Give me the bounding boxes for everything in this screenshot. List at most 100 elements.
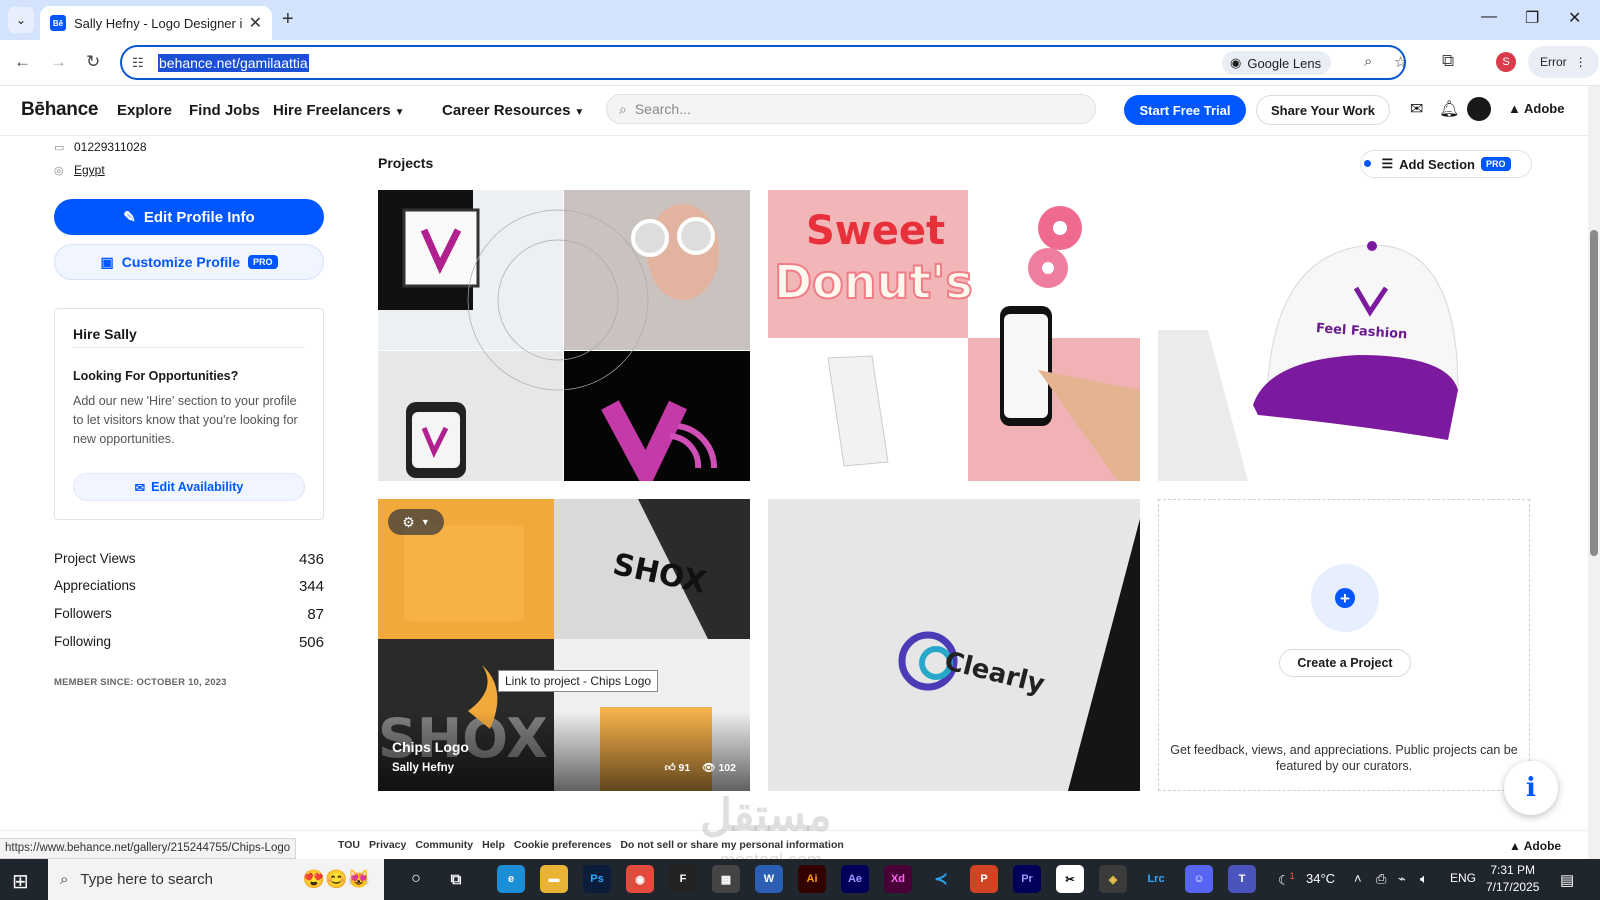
nav-find-jobs[interactable]: Find Jobs xyxy=(189,102,260,119)
tab-close-icon[interactable]: ✕ xyxy=(249,13,262,33)
search-input[interactable]: ⌕ Search... xyxy=(606,94,1096,124)
add-section-button[interactable]: ☰ Add Section PRO xyxy=(1360,150,1532,178)
info-icon[interactable]: i xyxy=(1504,761,1558,815)
location-link[interactable]: Egypt xyxy=(74,163,105,177)
restore-icon[interactable]: ❐ xyxy=(1525,8,1539,28)
footer-link-tou[interactable]: TOU xyxy=(338,839,360,851)
mail-icon: ✉ xyxy=(134,480,146,495)
behance-logo[interactable]: Bēhance xyxy=(21,99,98,121)
browser-tabstrip: ⌄ Bē Sally Hefny - Logo Designer in E ✕ … xyxy=(0,0,1600,40)
project-card-chips-logo[interactable]: SHOX SHOX ⚙ ▼ Chips Logo Sally Hefny 👍︎ … xyxy=(378,499,750,791)
create-project-plus[interactable]: + xyxy=(1311,564,1379,632)
footer-link-community[interactable]: Community xyxy=(415,839,473,851)
footer-link-help[interactable]: Help xyxy=(482,839,505,851)
premiere-icon[interactable]: Pr xyxy=(1013,865,1041,893)
project-card-feel-fashion[interactable]: Feel Fashion xyxy=(1158,190,1530,481)
taskbar-search-input[interactable]: ⌕ Type here to search 😍😊😻 xyxy=(48,859,384,900)
windows-start-icon[interactable]: ⊞ xyxy=(12,869,29,894)
figma-icon[interactable]: F xyxy=(669,865,697,893)
edit-profile-button[interactable]: ✎ Edit Profile Info xyxy=(54,199,324,235)
edge-icon[interactable]: e xyxy=(497,865,525,893)
notifications-bell-icon[interactable]: 🔔︎ xyxy=(1439,99,1459,119)
chrome-icon[interactable]: ◉ xyxy=(626,865,654,893)
adobe-link[interactable]: ▲ Adobe xyxy=(1508,101,1564,116)
temperature[interactable]: 34°C xyxy=(1306,871,1335,886)
tray-device-icon[interactable]: ⎙ xyxy=(1376,871,1386,887)
share-your-work-button[interactable]: Share Your Work xyxy=(1256,95,1390,125)
user-avatar[interactable] xyxy=(1467,97,1491,121)
browser-error-button[interactable]: Error ⋮ xyxy=(1528,46,1599,78)
create-project-button[interactable]: Create a Project xyxy=(1279,649,1411,677)
photoshop-icon[interactable]: Ps xyxy=(583,865,611,893)
xd-icon[interactable]: Xd xyxy=(884,865,912,893)
nav-hire-freelancers-label: Hire Freelancers xyxy=(273,102,391,119)
footer-link-privacy[interactable]: Privacy xyxy=(369,839,406,851)
start-free-trial-button[interactable]: Start Free Trial xyxy=(1124,95,1246,125)
file-explorer-icon[interactable]: ▬ xyxy=(540,865,568,893)
customize-profile-button[interactable]: ▣ Customize Profile PRO xyxy=(54,244,324,280)
project-card-sweet-donuts[interactable]: Sweet Donut's xyxy=(768,190,1140,481)
reload-icon[interactable]: ↻ xyxy=(86,52,100,72)
back-arrow-icon[interactable]: ← xyxy=(14,52,31,72)
project-settings-button[interactable]: ⚙ ▼ xyxy=(388,509,444,535)
vscode-icon[interactable]: ≺ xyxy=(927,865,955,893)
google-lens-button[interactable]: ◉ Google Lens xyxy=(1222,51,1332,75)
word-icon[interactable]: W xyxy=(755,865,783,893)
network-icon[interactable]: ⌁ xyxy=(1398,871,1406,887)
project-card-clearly[interactable]: Clearly xyxy=(768,499,1140,791)
forward-arrow-icon[interactable]: → xyxy=(50,52,67,72)
cortana-icon[interactable]: ○ xyxy=(402,865,430,893)
stat-following[interactable]: Following 506 xyxy=(54,634,324,651)
teams-icon[interactable]: T xyxy=(1228,865,1256,893)
stat-appreciations: Appreciations 344 xyxy=(54,578,324,595)
phone-number: 01229311028 xyxy=(74,140,147,154)
tray-chevron-up-icon[interactable]: ˄ xyxy=(1354,871,1362,886)
project-card-v-branding[interactable] xyxy=(378,190,750,481)
powerpoint-icon[interactable]: P xyxy=(970,865,998,893)
nav-hire-freelancers[interactable]: Hire Freelancers ▼ xyxy=(273,102,404,119)
briefcase-icon: ▭ xyxy=(54,141,65,154)
minimize-icon[interactable]: — xyxy=(1481,8,1497,26)
footer-link-do-not-sell[interactable]: Do not sell or share my personal informa… xyxy=(620,839,843,851)
stat-label: Followers xyxy=(54,606,112,621)
nav-explore[interactable]: Explore xyxy=(117,102,172,119)
footer-adobe[interactable]: ▲ Adobe xyxy=(1509,839,1561,853)
capcut-icon[interactable]: ✂ xyxy=(1056,865,1084,893)
extensions-icon[interactable]: ⧉ xyxy=(1442,51,1454,71)
new-tab-button[interactable]: + xyxy=(282,8,294,31)
browser-tab-active[interactable]: Bē Sally Hefny - Logo Designer in E ✕ xyxy=(40,6,272,40)
scrollbar-thumb[interactable] xyxy=(1590,230,1598,556)
task-view-icon[interactable]: ⧉ xyxy=(442,865,470,893)
weather-icon[interactable]: ☾1 xyxy=(1278,871,1295,888)
bookmark-star-icon[interactable]: ☆ xyxy=(1394,53,1407,71)
tab-search-button[interactable]: ⌄ xyxy=(8,7,34,33)
card-title[interactable]: Chips Logo xyxy=(392,739,469,755)
profile-avatar[interactable]: S xyxy=(1496,52,1516,72)
nav-career-resources[interactable]: Career Resources ▼ xyxy=(442,102,584,119)
messages-icon[interactable]: ✉ xyxy=(1410,99,1423,119)
card-owner[interactable]: Sally Hefny xyxy=(392,762,454,774)
site-info-icon[interactable]: ☷ xyxy=(132,55,144,71)
lightroom-classic-icon[interactable]: Lrc xyxy=(1142,865,1170,893)
address-bar[interactable]: ☷ behance.net/gamilaattia ◉ Google Lens … xyxy=(120,45,1407,80)
window-close-icon[interactable]: ✕ xyxy=(1568,8,1581,28)
after-effects-icon[interactable]: Ae xyxy=(841,865,869,893)
lens-icon: ◉ xyxy=(1230,55,1242,70)
zoom-icon[interactable]: ⌕ xyxy=(1364,53,1372,70)
volume-icon[interactable]: 🔈︎ xyxy=(1420,871,1428,887)
stat-followers[interactable]: Followers 87 xyxy=(54,606,324,623)
edit-availability-button[interactable]: ✉ Edit Availability xyxy=(73,473,305,501)
input-language[interactable]: ENG xyxy=(1450,871,1476,885)
stat-project-views: Project Views 436 xyxy=(54,551,324,568)
illustrator-icon[interactable]: Ai xyxy=(798,865,826,893)
address-url[interactable]: behance.net/gamilaattia xyxy=(158,54,309,72)
system-clock[interactable]: 7:31 PM 7/17/2025 xyxy=(1486,862,1539,896)
notifications-icon[interactable]: ▤ xyxy=(1560,871,1574,889)
calculator-icon[interactable]: ▦ xyxy=(712,865,740,893)
davinci-icon[interactable]: ◈ xyxy=(1099,865,1127,893)
edit-availability-label: Edit Availability xyxy=(151,480,244,494)
weather-badge: 1 xyxy=(1289,871,1295,881)
footer-link-cookies[interactable]: Cookie preferences xyxy=(514,839,611,851)
customize-profile-label: Customize Profile xyxy=(121,254,240,270)
discord-icon[interactable]: ☺ xyxy=(1185,865,1213,893)
